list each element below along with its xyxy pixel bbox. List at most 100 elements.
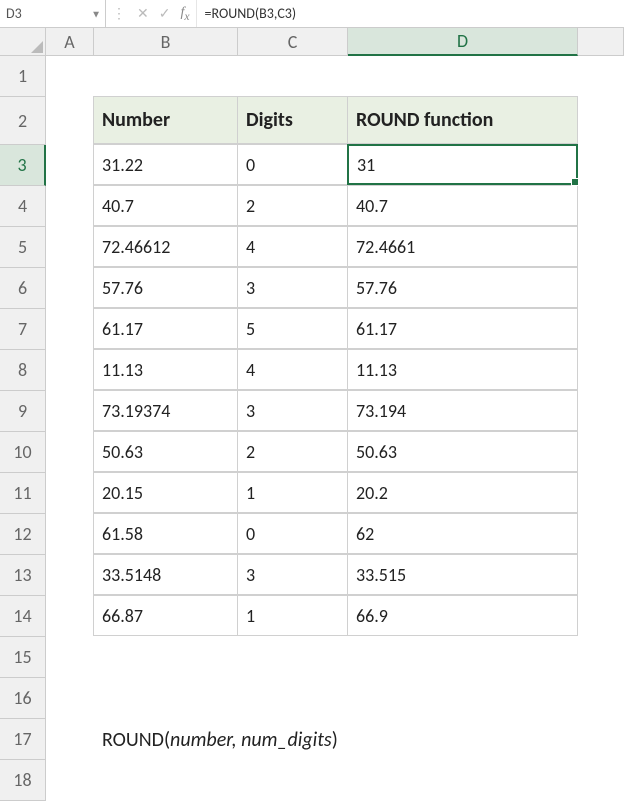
cell-C10[interactable]: 2	[237, 431, 348, 472]
cell-A2[interactable]	[46, 97, 94, 145]
cell-C15[interactable]	[238, 637, 348, 678]
cell-B12[interactable]: 61.58	[93, 513, 238, 554]
row-header-15[interactable]: 15	[0, 637, 46, 678]
cell-B17[interactable]: ROUND(number, num_digits )	[94, 719, 578, 760]
cell-C4[interactable]: 2	[237, 185, 348, 226]
cell-B1[interactable]	[94, 56, 238, 97]
formula-input[interactable]: =ROUND(B3,C3)	[197, 0, 624, 27]
cell-E17[interactable]	[578, 719, 624, 760]
cell-E18[interactable]	[578, 760, 624, 801]
row-header-14[interactable]: 14	[0, 596, 46, 637]
cell-A16[interactable]	[46, 678, 94, 719]
cell-B15[interactable]	[94, 637, 238, 678]
row-header-13[interactable]: 13	[0, 555, 46, 596]
cell-B9[interactable]: 73.19374	[93, 390, 238, 431]
cell-E6[interactable]	[578, 268, 624, 309]
cell-E13[interactable]	[578, 555, 624, 596]
cell-A3[interactable]	[46, 145, 94, 186]
cell-C14[interactable]: 1	[237, 595, 348, 636]
cell-A8[interactable]	[46, 350, 94, 391]
cell-B5[interactable]: 72.46612	[93, 226, 238, 267]
cell-D8[interactable]: 11.13	[347, 349, 578, 390]
cell-A12[interactable]	[46, 514, 94, 555]
row-header-11[interactable]: 11	[0, 473, 46, 514]
row-header-18[interactable]: 18	[0, 760, 46, 801]
col-header-D[interactable]: D	[348, 28, 578, 56]
cell-C12[interactable]: 0	[237, 513, 348, 554]
cell-A6[interactable]	[46, 268, 94, 309]
cell-B11[interactable]: 20.15	[93, 472, 238, 513]
col-header-C[interactable]: C	[238, 28, 348, 56]
cell-E2[interactable]	[578, 97, 624, 145]
cell-A9[interactable]	[46, 391, 94, 432]
cell-B13[interactable]: 33.5148	[93, 554, 238, 595]
row-header-3[interactable]: 3	[0, 145, 46, 186]
cell-D3[interactable]: 31	[347, 144, 578, 185]
fx-icon[interactable]: fx	[180, 5, 189, 23]
cell-C18[interactable]	[238, 760, 348, 801]
row-header-1[interactable]: 1	[0, 56, 46, 97]
cell-B4[interactable]: 40.7	[93, 185, 238, 226]
cell-D4[interactable]: 40.7	[347, 185, 578, 226]
cell-C16[interactable]	[238, 678, 348, 719]
cell-E14[interactable]	[578, 596, 624, 637]
cell-E7[interactable]	[578, 309, 624, 350]
row-header-7[interactable]: 7	[0, 309, 46, 350]
cell-B7[interactable]: 61.17	[93, 308, 238, 349]
enter-icon[interactable]: ✓	[159, 5, 171, 22]
cell-A11[interactable]	[46, 473, 94, 514]
cell-A4[interactable]	[46, 186, 94, 227]
cell-E8[interactable]	[578, 350, 624, 391]
name-box[interactable]: D3 ▼	[0, 0, 106, 27]
cell-B10[interactable]: 50.63	[93, 431, 238, 472]
row-header-16[interactable]: 16	[0, 678, 46, 719]
col-header-B[interactable]: B	[94, 28, 238, 56]
cell-E11[interactable]	[578, 473, 624, 514]
cell-D13[interactable]: 33.515	[347, 554, 578, 595]
cell-C6[interactable]: 3	[237, 267, 348, 308]
cell-D16[interactable]	[348, 678, 578, 719]
cell-C13[interactable]: 3	[237, 554, 348, 595]
cell-B8[interactable]: 11.13	[93, 349, 238, 390]
select-all-corner[interactable]	[0, 28, 46, 56]
cell-D14[interactable]: 66.9	[347, 595, 578, 636]
cell-A10[interactable]	[46, 432, 94, 473]
row-header-8[interactable]: 8	[0, 350, 46, 391]
cell-D7[interactable]: 61.17	[347, 308, 578, 349]
dropdown-icon[interactable]: ▼	[91, 7, 101, 20]
cell-A5[interactable]	[46, 227, 94, 268]
cell-D11[interactable]: 20.2	[347, 472, 578, 513]
cell-E3[interactable]	[578, 145, 624, 186]
cell-C5[interactable]: 4	[237, 226, 348, 267]
row-header-9[interactable]: 9	[0, 391, 46, 432]
cell-A15[interactable]	[46, 637, 94, 678]
col-header-A[interactable]: A	[46, 28, 94, 56]
cell-A13[interactable]	[46, 555, 94, 596]
cell-C11[interactable]: 1	[237, 472, 348, 513]
cell-D10[interactable]: 50.63	[347, 431, 578, 472]
cell-C9[interactable]: 3	[237, 390, 348, 431]
cell-C3[interactable]: 0	[237, 144, 348, 185]
cell-B6[interactable]: 57.76	[93, 267, 238, 308]
cell-A14[interactable]	[46, 596, 94, 637]
row-header-4[interactable]: 4	[0, 186, 46, 227]
cell-E4[interactable]	[578, 186, 624, 227]
row-header-6[interactable]: 6	[0, 268, 46, 309]
cell-D15[interactable]	[348, 637, 578, 678]
cell-D1[interactable]	[348, 56, 578, 97]
cell-D12[interactable]: 62	[347, 513, 578, 554]
cell-A18[interactable]	[46, 760, 94, 801]
cell-B2[interactable]: Number	[93, 96, 238, 144]
cell-A17[interactable]	[46, 719, 94, 760]
cell-C7[interactable]: 5	[237, 308, 348, 349]
cell-E16[interactable]	[578, 678, 624, 719]
cell-D9[interactable]: 73.194	[347, 390, 578, 431]
row-header-2[interactable]: 2	[0, 97, 46, 145]
cell-D5[interactable]: 72.4661	[347, 226, 578, 267]
cell-E12[interactable]	[578, 514, 624, 555]
cell-E1[interactable]	[578, 56, 624, 97]
col-header-E[interactable]	[578, 28, 624, 56]
cell-D18[interactable]	[348, 760, 578, 801]
cell-E15[interactable]	[578, 637, 624, 678]
cell-B18[interactable]	[94, 760, 238, 801]
